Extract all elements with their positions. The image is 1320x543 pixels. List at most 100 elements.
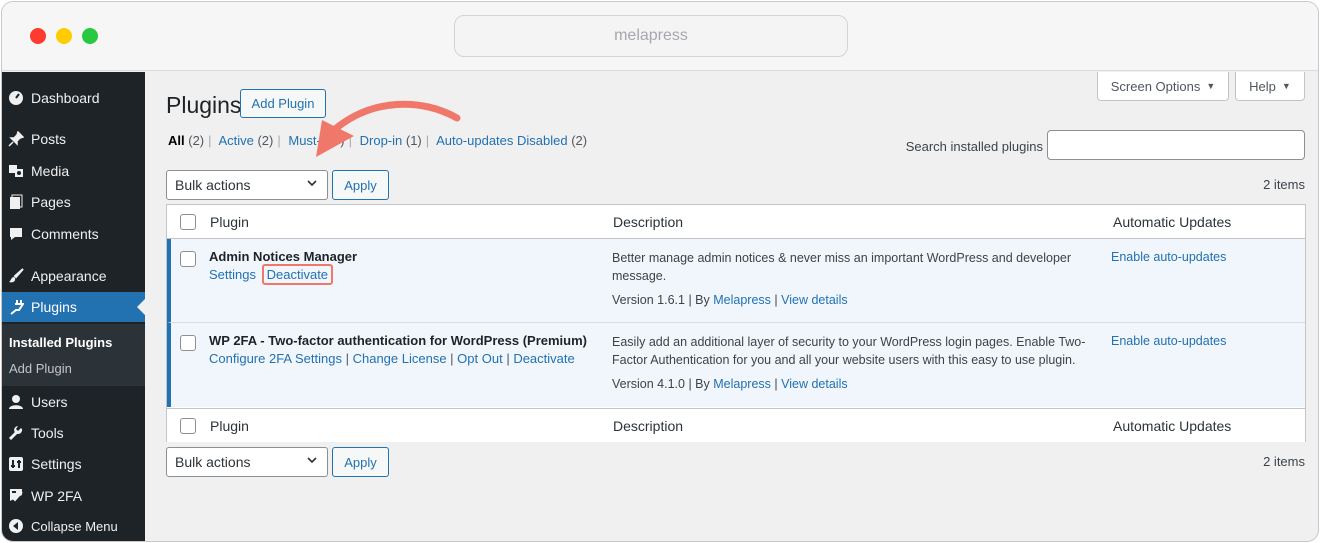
sidebar-item-label: Posts (31, 131, 67, 147)
submenu-add-plugin[interactable]: Add Plugin (9, 361, 72, 376)
help-label: Help (1249, 78, 1276, 94)
search-plugins-input[interactable] (1047, 130, 1305, 160)
plugins-submenu: Installed Plugins Add Plugin (2, 324, 145, 386)
plugin-name: Admin Notices Manager (209, 249, 358, 264)
plugin-version: Version 1.6.1 (612, 293, 685, 307)
settings-link[interactable]: Settings (209, 267, 256, 282)
configure-2fa-settings-link[interactable]: Configure 2FA Settings (209, 351, 342, 366)
caret-down-icon: ▼ (1281, 81, 1291, 91)
plugin-name: WP 2FA - Two-factor authentication for W… (209, 333, 588, 348)
enable-auto-updates-link[interactable]: Enable auto-updates (1111, 334, 1226, 348)
sidebar-item-label: Collapse Menu (31, 518, 118, 534)
address-bar[interactable]: melapress (454, 15, 848, 57)
sidebar-item-users[interactable]: Users (2, 387, 145, 417)
minimize-window-button[interactable] (56, 28, 72, 44)
wp2fa-icon (8, 488, 24, 504)
bulk-actions-select-bottom[interactable]: Bulk actions (166, 447, 328, 477)
wrench-icon (8, 425, 24, 441)
close-window-button[interactable] (30, 28, 46, 44)
sidebar-item-label: Users (31, 394, 68, 410)
sidebar-item-plugins[interactable]: Plugins (2, 292, 145, 322)
sidebar-item-label: WP 2FA (31, 488, 83, 504)
sidebar-item-posts[interactable]: Posts (2, 124, 145, 154)
filter-active[interactable]: Active (218, 133, 253, 148)
search-plugins-label: Search installed plugins (905, 139, 1043, 154)
change-license-link[interactable]: Change License (353, 351, 447, 366)
sidebar-item-media[interactable]: Media (2, 156, 145, 186)
plugin-description: Easily add an additional layer of securi… (612, 335, 1086, 367)
row-actions: Configure 2FA Settings | Change License … (209, 351, 575, 366)
enable-auto-updates-link[interactable]: Enable auto-updates (1111, 250, 1226, 264)
plugin-description: Better manage admin notices & never miss… (612, 251, 1072, 283)
plugin-version: Version 4.1.0 (612, 377, 685, 391)
filter-all[interactable]: All (168, 133, 185, 148)
collapse-menu-button[interactable]: Collapse Menu (2, 511, 145, 541)
sidebar-item-label: Pages (31, 194, 71, 210)
author-link[interactable]: Melapress (713, 377, 771, 391)
sidebar-item-label: Comments (31, 226, 99, 242)
screen-options-label: Screen Options (1110, 78, 1201, 94)
help-button[interactable]: Help ▼ (1235, 72, 1305, 101)
filter-active-count: (2) (257, 133, 274, 148)
row-checkbox[interactable] (180, 251, 196, 267)
sidebar-item-label: Settings (31, 456, 82, 472)
column-plugin: Plugin (210, 418, 249, 434)
filter-auto-updates-disabled-count: (2) (571, 133, 588, 148)
plugin-icon (8, 299, 24, 315)
settings-icon (8, 456, 24, 472)
deactivate-link[interactable]: Deactivate (261, 264, 334, 285)
sidebar-item-label: Media (31, 163, 70, 179)
sidebar-item-label: Plugins (31, 299, 77, 315)
apply-button-top[interactable]: Apply (332, 170, 389, 200)
table-footer: Plugin Description Automatic Updates (167, 408, 1305, 442)
filter-all-count: (2) (188, 133, 205, 148)
table-row: WP 2FA - Two-factor authentication for W… (167, 323, 1305, 407)
browser-window: melapress Dashboard Posts Media Pages Co… (1, 1, 1319, 542)
chevron-down-icon (307, 180, 317, 187)
row-checkbox[interactable] (180, 335, 196, 351)
view-details-link[interactable]: View details (781, 293, 847, 307)
column-automatic-updates: Automatic Updates (1113, 418, 1232, 434)
item-count-top: 2 items (1263, 177, 1305, 192)
table-row: Admin Notices Manager Settings Deactivat… (167, 239, 1305, 323)
sidebar-item-comments[interactable]: Comments (2, 219, 145, 249)
bulk-actions-label: Bulk actions (175, 177, 251, 193)
plugin-by: By (695, 377, 710, 391)
screen-options-button[interactable]: Screen Options ▼ (1097, 72, 1229, 101)
column-plugin: Plugin (210, 214, 249, 230)
page-title: Plugins (166, 92, 242, 118)
sidebar-item-settings[interactable]: Settings (2, 449, 145, 479)
sidebar-item-label: Dashboard (31, 90, 100, 106)
plugin-meta: Version 4.1.0 | By Melapress | View deta… (612, 377, 848, 391)
author-link[interactable]: Melapress (713, 293, 771, 307)
sidebar-item-tools[interactable]: Tools (2, 418, 145, 448)
collapse-icon (8, 518, 24, 534)
column-automatic-updates: Automatic Updates (1113, 214, 1232, 230)
sidebar-item-pages[interactable]: Pages (2, 187, 145, 217)
sidebar-item-label: Tools (31, 425, 64, 441)
item-count-bottom: 2 items (1263, 454, 1305, 469)
table-header: Plugin Description Automatic Updates (167, 205, 1305, 239)
plugin-meta: Version 1.6.1 | By Melapress | View deta… (612, 293, 848, 307)
bulk-actions-label: Bulk actions (175, 454, 251, 470)
sidebar-item-dashboard[interactable]: Dashboard (2, 83, 145, 113)
view-details-link[interactable]: View details (781, 377, 847, 391)
brush-icon (8, 268, 24, 284)
select-all-checkbox[interactable] (180, 214, 196, 230)
submenu-installed-plugins[interactable]: Installed Plugins (9, 335, 112, 350)
annotation-arrow-icon (316, 100, 461, 157)
caret-down-icon: ▼ (1206, 81, 1216, 91)
sidebar-item-appearance[interactable]: Appearance (2, 261, 145, 291)
comment-icon (8, 226, 24, 242)
chevron-down-icon (307, 457, 317, 464)
row-actions: Settings Deactivate (209, 264, 334, 285)
deactivate-link[interactable]: Deactivate (513, 351, 574, 366)
maximize-window-button[interactable] (82, 28, 98, 44)
bulk-actions-select-top[interactable]: Bulk actions (166, 170, 328, 200)
sidebar-item-wp2fa[interactable]: WP 2FA (2, 481, 145, 511)
media-icon (8, 163, 24, 179)
user-icon (8, 394, 24, 410)
opt-out-link[interactable]: Opt Out (457, 351, 503, 366)
select-all-checkbox-bottom[interactable] (180, 418, 196, 434)
apply-button-bottom[interactable]: Apply (332, 447, 389, 477)
